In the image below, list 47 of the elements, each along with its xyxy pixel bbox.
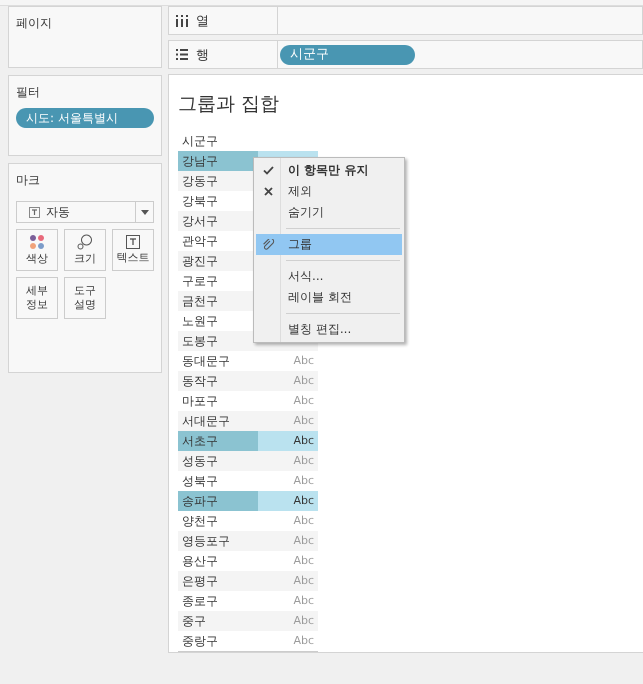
table-cell-text: 영등포구 xyxy=(181,533,231,550)
table-cell: 서초구 xyxy=(178,431,258,451)
table-cell-text: 노원구 xyxy=(181,313,219,330)
table-cell: Abc xyxy=(293,414,314,427)
table-cell-text: 서대문구 xyxy=(181,413,231,430)
table-cell-text: 용산구 xyxy=(181,553,219,570)
table-cell-text: 마포구 xyxy=(181,393,219,410)
table-cell-text: 동대문구 xyxy=(181,353,231,370)
table-cell-text: 관악구 xyxy=(181,233,219,250)
table-cell-text: 광진구 xyxy=(181,253,219,270)
table-cell-text: 도봉구 xyxy=(181,333,219,350)
table-cell: Abc xyxy=(293,534,314,547)
view-title: 그룹과 집합 xyxy=(178,92,280,117)
table-cell: Abc xyxy=(293,354,314,367)
table-cell: Abc xyxy=(293,474,314,487)
table-cell-text: 강북구 xyxy=(181,193,219,210)
table-cell-text: 양천구 xyxy=(181,513,219,530)
table-cell: 강남구 xyxy=(178,151,258,171)
table-cell-text: 종로구 xyxy=(181,593,219,610)
table-cell: Abc xyxy=(293,374,314,387)
column-header: 시군구 xyxy=(181,133,219,150)
table-cell-text: 성동구 xyxy=(181,453,219,470)
shelf-label: 행 xyxy=(196,46,209,64)
table-cell: Abc xyxy=(293,434,314,447)
table-cell-text: 중랑구 xyxy=(181,633,219,650)
panel-title: 필터 xyxy=(16,84,41,101)
table-cell: Abc xyxy=(293,514,314,527)
table-cell: Abc xyxy=(293,614,314,627)
panel-title: 마크 xyxy=(16,172,41,189)
table-cell: Abc xyxy=(293,554,314,567)
table-cell-text: 중구 xyxy=(181,613,207,630)
table-cell: Abc xyxy=(293,494,314,507)
table-cell-text: 금천구 xyxy=(181,293,219,310)
table-cell: Abc xyxy=(293,634,314,647)
table-cell: Abc xyxy=(293,394,314,407)
table-cell: Abc xyxy=(293,594,314,607)
panel-title: 페이지 xyxy=(16,15,53,32)
table-cell-text: 동작구 xyxy=(181,373,219,390)
table-cell-text: 성북구 xyxy=(181,473,219,490)
shelf-label: 열 xyxy=(196,12,209,30)
table-cell: Abc xyxy=(293,454,314,467)
table-cell: 송파구 xyxy=(178,491,258,511)
table-cell-text: 구로구 xyxy=(181,273,219,290)
table-cell-text: 강서구 xyxy=(181,213,219,230)
table-cell-text: 은평구 xyxy=(181,573,219,590)
table-cell-text: 강동구 xyxy=(181,173,219,190)
table-cell: Abc xyxy=(293,574,314,587)
